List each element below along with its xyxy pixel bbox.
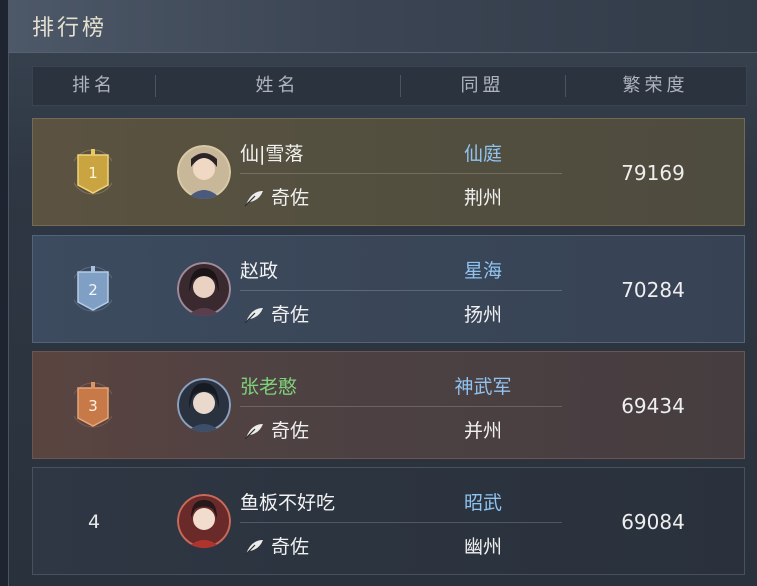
- role-label: 奇佐: [271, 304, 310, 326]
- region: 并州: [463, 420, 502, 442]
- table-row[interactable]: 4 鱼板不好吃 奇佐 昭武 幽州 69084: [32, 467, 745, 575]
- role-label: 奇佐: [271, 187, 310, 209]
- alliance-link[interactable]: 仙庭: [413, 139, 553, 166]
- player-role: 奇佐: [243, 300, 309, 327]
- prosperity-value: 69084: [621, 510, 685, 534]
- player-role: 奇佐: [243, 183, 309, 210]
- row-divider: [240, 522, 562, 523]
- rank-2-badge-icon: 2: [74, 266, 112, 312]
- feather-icon: [244, 424, 263, 440]
- feather-icon: [244, 308, 263, 324]
- rank-number: 4: [87, 511, 101, 533]
- prosperity-value: 69434: [621, 394, 685, 418]
- page-title: 排行榜: [32, 16, 108, 41]
- avatar[interactable]: [177, 494, 231, 548]
- table-row[interactable]: 2 赵政 奇佐 星海 扬州 70284: [32, 235, 745, 343]
- role-label: 奇佐: [271, 420, 310, 442]
- header-prosperity: 繁荣度: [622, 75, 689, 96]
- player-name: 鱼板不好吃: [240, 492, 336, 514]
- prosperity-value: 79169: [621, 161, 685, 185]
- alliance-link[interactable]: 星海: [413, 256, 553, 283]
- feather-icon: [244, 191, 263, 207]
- feather-icon: [244, 540, 263, 556]
- player-name: 张老憨: [240, 376, 298, 398]
- alliance-link[interactable]: 昭武: [413, 488, 553, 515]
- avatar[interactable]: [177, 262, 231, 316]
- header-alliance: 同盟: [460, 75, 505, 96]
- header-name: 姓名: [255, 75, 300, 96]
- rank-3-badge-icon: 3: [74, 382, 112, 428]
- row-divider: [240, 173, 562, 174]
- table-row[interactable]: 1 仙|雪落 奇佐 仙庭 荆州 79169: [32, 118, 745, 226]
- row-divider: [240, 406, 562, 407]
- player-role: 奇佐: [243, 532, 309, 559]
- player-role: 奇佐: [243, 416, 309, 443]
- rank-number: 2: [88, 281, 98, 299]
- row-divider: [240, 290, 562, 291]
- rank-1-badge-icon: 1: [74, 149, 112, 195]
- player-name: 仙|雪落: [240, 143, 304, 165]
- title-bar: [8, 0, 757, 53]
- rank-number: 1: [88, 164, 98, 182]
- avatar[interactable]: [177, 378, 231, 432]
- alliance-link[interactable]: 神武军: [413, 372, 553, 399]
- header-rank: 排名: [72, 75, 116, 96]
- region: 扬州: [463, 304, 502, 326]
- table-row[interactable]: 3 张老憨 奇佐 神武军 并州 69434: [32, 351, 745, 459]
- prosperity-value: 70284: [621, 278, 685, 302]
- region: 幽州: [463, 536, 502, 558]
- region: 荆州: [463, 187, 502, 209]
- avatar[interactable]: [177, 145, 231, 199]
- table-header: 排名 姓名 同盟 繁荣度: [32, 66, 747, 106]
- role-label: 奇佐: [271, 536, 310, 558]
- rank-number: 3: [88, 397, 98, 415]
- player-name: 赵政: [240, 260, 279, 282]
